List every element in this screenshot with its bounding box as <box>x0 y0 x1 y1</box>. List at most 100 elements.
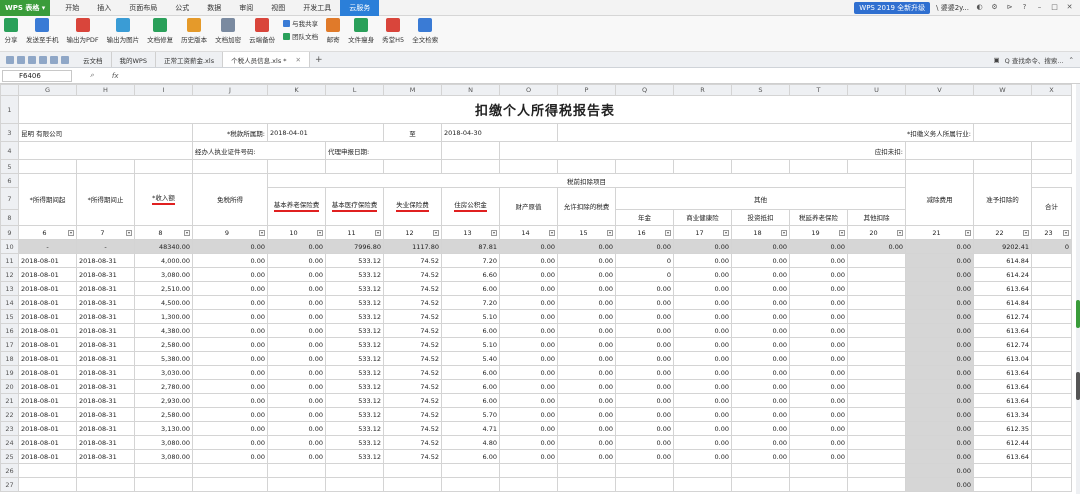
medical[interactable]: 533.12 <box>325 253 384 268</box>
row-header[interactable]: 16 <box>0 323 19 338</box>
reduce[interactable]: 613.04 <box>973 351 1032 366</box>
health[interactable]: 0.00 <box>673 351 732 366</box>
exempt[interactable]: 0.00 <box>192 323 268 338</box>
pension[interactable]: 0.00 <box>267 295 326 310</box>
column-header[interactable]: U <box>847 84 906 96</box>
cell[interactable] <box>134 477 193 492</box>
row-header[interactable]: 25 <box>0 449 19 464</box>
name-box[interactable]: F6406 <box>2 69 72 82</box>
deferred[interactable]: 0.00 <box>789 281 848 296</box>
filter-dropdown-icon[interactable]: ▾ <box>126 229 132 236</box>
history-button[interactable]: 历史版本 <box>181 18 207 44</box>
exempt[interactable]: 0.00 <box>192 379 268 394</box>
cell[interactable] <box>76 477 135 492</box>
cell[interactable] <box>18 141 193 160</box>
column-number[interactable]: ▾ 15 <box>557 225 616 240</box>
annuity[interactable]: 0.00 <box>615 379 674 394</box>
cell[interactable] <box>76 463 135 478</box>
annuity[interactable]: 0.00 <box>615 309 674 324</box>
row-header[interactable]: 4 <box>0 141 19 160</box>
column-header[interactable]: N <box>441 84 500 96</box>
industry-label[interactable]: *扣缴义务人所属行业: <box>557 123 974 142</box>
column-header[interactable]: J <box>192 84 268 96</box>
exempt[interactable]: 0.00 <box>192 337 268 352</box>
income[interactable]: 2,580.00 <box>134 337 193 352</box>
property[interactable]: 0.00 <box>499 267 558 282</box>
help-icon[interactable]: ? <box>1020 3 1029 12</box>
donation[interactable] <box>1031 267 1072 282</box>
donation[interactable] <box>1031 295 1072 310</box>
cell[interactable] <box>134 159 193 174</box>
hdr-allowed[interactable]: 允许扣除的税费 <box>557 187 616 226</box>
image-button[interactable]: 输出为图片 <box>107 18 139 44</box>
end-date[interactable]: 2018-08-31 <box>76 407 135 422</box>
doc-tab-2[interactable]: 正常工资薪金.xls <box>156 52 224 67</box>
agent-cert-label[interactable]: 经办人执业证件号码: <box>192 141 326 160</box>
column-number[interactable]: ▾ 23 <box>1031 225 1072 240</box>
filter-dropdown-icon[interactable]: ▾ <box>491 229 497 236</box>
health[interactable]: 0.00 <box>673 379 732 394</box>
column-header[interactable]: I <box>134 84 193 96</box>
minimize-icon[interactable]: – <box>1035 3 1044 12</box>
pension[interactable]: 0.00 <box>267 267 326 282</box>
hdr-other_deduct[interactable]: 其他扣除 <box>847 209 906 226</box>
cell[interactable] <box>973 159 1032 174</box>
reduce[interactable]: 612.74 <box>973 309 1032 324</box>
medical[interactable]: 533.12 <box>325 435 384 450</box>
new-file-icon[interactable] <box>6 55 14 64</box>
row-header[interactable]: 18 <box>0 351 19 366</box>
hdr-donation[interactable]: 准予扣除的 <box>973 173 1032 226</box>
filter-dropdown-icon[interactable]: ▾ <box>665 229 671 236</box>
total[interactable]: 0.00 <box>905 393 974 408</box>
total[interactable]: 0.00 <box>905 463 974 478</box>
exempt[interactable]: 0.00 <box>192 435 268 450</box>
invest[interactable]: 0.00 <box>731 323 790 338</box>
summary-cell[interactable]: 0.00 <box>789 239 848 254</box>
column-header[interactable]: M <box>383 84 442 96</box>
row-header[interactable]: 13 <box>0 281 19 296</box>
row-header[interactable]: 19 <box>0 365 19 380</box>
health[interactable]: 0.00 <box>673 309 732 324</box>
tax-due-label[interactable]: 应扣未扣: <box>499 141 906 160</box>
row-header[interactable]: 24 <box>0 435 19 450</box>
income[interactable]: 2,930.00 <box>134 393 193 408</box>
cell[interactable] <box>383 159 442 174</box>
start-date[interactable]: 2018-08-01 <box>18 295 77 310</box>
side-panel-green[interactable] <box>1076 300 1080 328</box>
end-date[interactable]: 2018-08-31 <box>76 351 135 366</box>
deferred[interactable]: 0.00 <box>789 337 848 352</box>
end-date[interactable]: 2018-08-31 <box>76 379 135 394</box>
housing[interactable]: 4.80 <box>441 435 500 450</box>
company-name[interactable]: 昆明 有限公司 <box>18 123 193 142</box>
donation[interactable] <box>1031 281 1072 296</box>
deferred[interactable]: 0.00 <box>789 253 848 268</box>
summary-cell[interactable]: 7996.80 <box>325 239 384 254</box>
start-date[interactable]: 2018-08-01 <box>18 281 77 296</box>
deferred[interactable]: 0.00 <box>789 309 848 324</box>
summary-cell[interactable]: 0 <box>1031 239 1072 254</box>
search-doc-button[interactable]: 全文检索 <box>412 18 438 44</box>
column-number[interactable]: ▾ 12 <box>383 225 442 240</box>
donation[interactable] <box>1031 323 1072 338</box>
unemploy[interactable]: 74.52 <box>383 337 442 352</box>
hdr-exempt[interactable]: 免税所得 <box>192 173 268 226</box>
reduce[interactable]: 612.44 <box>973 435 1032 450</box>
other-deduct[interactable] <box>847 379 906 394</box>
medical[interactable]: 533.12 <box>325 351 384 366</box>
hdr-reduce[interactable]: 减除费用 <box>905 173 974 226</box>
column-header[interactable]: P <box>557 84 616 96</box>
start-date[interactable]: 2018-08-01 <box>18 379 77 394</box>
reduce[interactable]: 613.64 <box>973 323 1032 338</box>
upgrade-button[interactable]: WPS 2019 全新升级 <box>854 1 931 14</box>
cell[interactable] <box>383 463 442 478</box>
start-date[interactable]: 2018-08-01 <box>18 435 77 450</box>
cell[interactable] <box>789 477 848 492</box>
filter-dropdown-icon[interactable]: ▾ <box>965 229 971 236</box>
allowed[interactable]: 0.00 <box>557 407 616 422</box>
medical[interactable]: 533.12 <box>325 323 384 338</box>
reduce[interactable]: 613.64 <box>973 379 1032 394</box>
summary-cell[interactable]: - <box>18 239 77 254</box>
property[interactable]: 0.00 <box>499 323 558 338</box>
row-header[interactable]: 3 <box>0 123 19 142</box>
add-tab-icon[interactable]: + <box>310 55 328 65</box>
